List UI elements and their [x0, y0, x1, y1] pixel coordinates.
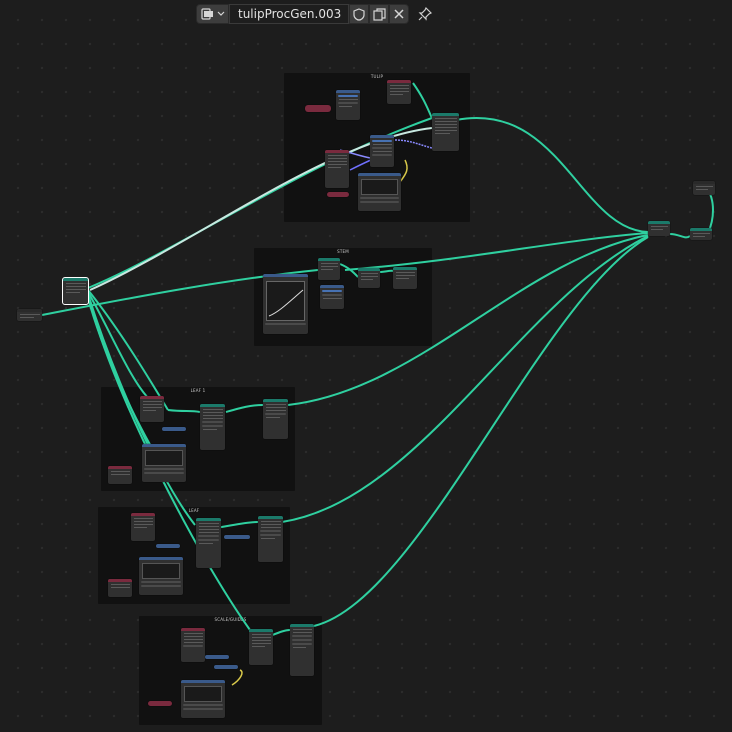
- scale-set-position-node[interactable]: [249, 629, 273, 665]
- link: [167, 409, 201, 413]
- leaf1-value-node[interactable]: [162, 427, 186, 431]
- link: [455, 117, 649, 233]
- link: [669, 233, 691, 239]
- scale-value-node-b[interactable]: [214, 665, 238, 669]
- node-tree-icon: [200, 8, 213, 20]
- scale-transform-node[interactable]: [290, 624, 314, 676]
- link: [214, 521, 259, 529]
- link: [225, 404, 264, 413]
- stem-output-node[interactable]: [393, 267, 417, 289]
- tulip-input-node[interactable]: [327, 192, 349, 197]
- tulip-join-node[interactable]: [432, 113, 459, 151]
- stem-curve-node[interactable]: [263, 274, 308, 334]
- scale-curve-node[interactable]: [181, 680, 225, 718]
- tulip-vector-node[interactable]: [336, 90, 360, 120]
- tulip-geometry-node[interactable]: [387, 80, 411, 104]
- link: [394, 139, 433, 149]
- curve-graph[interactable]: [267, 282, 305, 320]
- group-output-node[interactable]: [693, 181, 715, 195]
- unlink-button[interactable]: [389, 4, 409, 24]
- tulip-curve-node[interactable]: [358, 173, 401, 211]
- leaf2-value-node-b[interactable]: [224, 535, 250, 539]
- leaf2-input-node[interactable]: [131, 513, 155, 541]
- link: [399, 159, 408, 183]
- link: [231, 669, 243, 686]
- leaf2-group-input-node[interactable]: [108, 579, 132, 597]
- stem-transform-node[interactable]: [318, 258, 340, 280]
- main-reroute-node[interactable]: [62, 277, 89, 305]
- node-tree-selector: tulipProcGen.003: [196, 4, 435, 24]
- link: [379, 269, 395, 273]
- stem-math-node[interactable]: [320, 285, 344, 309]
- link: [287, 234, 649, 406]
- pin-button[interactable]: [415, 4, 435, 24]
- link: [412, 82, 433, 119]
- link: [313, 236, 649, 627]
- leaf2-curve-node[interactable]: [139, 557, 183, 595]
- scale-input-node[interactable]: [181, 628, 205, 662]
- pin-icon: [418, 7, 432, 21]
- leaf1-set-position-node[interactable]: [200, 404, 225, 450]
- scale-group-input-node[interactable]: [148, 701, 172, 706]
- tulip-value-node[interactable]: [305, 105, 331, 112]
- close-icon: [394, 9, 404, 19]
- leaf2-transform-node[interactable]: [258, 516, 283, 562]
- leaf2-value-node[interactable]: [156, 544, 180, 548]
- node-links: [41, 82, 714, 686]
- leaf1-input-node[interactable]: [140, 396, 164, 422]
- duplicate-icon: [372, 7, 386, 21]
- link: [269, 629, 291, 637]
- tulip-math-node[interactable]: [370, 135, 394, 167]
- tulip-set-position-node[interactable]: [325, 150, 349, 188]
- join-geometry-node[interactable]: [648, 221, 670, 236]
- leaf1-group-input-node[interactable]: [108, 466, 132, 484]
- leaf2-set-position-node[interactable]: [196, 518, 221, 568]
- chevron-down-icon: [217, 11, 224, 16]
- group-input-node[interactable]: [17, 309, 42, 321]
- leaf1-transform-node[interactable]: [263, 399, 288, 439]
- link: [87, 289, 169, 411]
- duplicate-button[interactable]: [369, 4, 389, 24]
- realize-node[interactable]: [690, 228, 712, 240]
- scale-value-node[interactable]: [205, 655, 229, 659]
- shield-icon: [353, 7, 365, 21]
- fake-user-button[interactable]: [349, 4, 369, 24]
- stem-mesh-node[interactable]: [358, 268, 380, 288]
- browse-node-tree-button[interactable]: [196, 4, 229, 24]
- node-tree-name-field[interactable]: tulipProcGen.003: [229, 4, 349, 24]
- node-editor-canvas[interactable]: TULIP STEM LEAF 1 LEAF SCALE/GUIDES: [0, 0, 732, 732]
- leaf1-curve-node[interactable]: [142, 444, 186, 482]
